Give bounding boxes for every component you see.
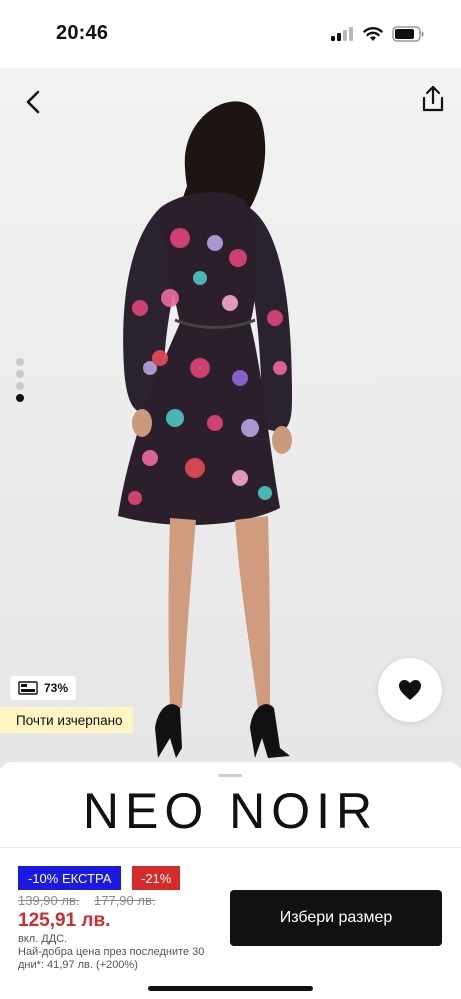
share-icon[interactable] [418, 84, 448, 114]
carousel-dot[interactable] [16, 370, 24, 378]
status-bar: 20:46 [0, 0, 461, 68]
choose-size-button[interactable]: Избери размер [230, 890, 442, 946]
image-carousel-dots[interactable] [15, 358, 25, 414]
old-price: 139,90 лв. [18, 893, 80, 908]
best-price-note: Най-добра цена през последните 30 дни*: … [18, 946, 205, 971]
status-time: 20:46 [56, 22, 109, 44]
vat-note: вкл. ДДС. [18, 933, 68, 945]
sustainability-badge[interactable]: 73% [10, 676, 77, 700]
sustainability-percent: 73% [44, 681, 69, 695]
original-price: 177,90 лв. [94, 893, 156, 908]
home-indicator[interactable] [148, 986, 313, 991]
back-arrow-icon[interactable] [20, 88, 48, 116]
sheet-drag-handle[interactable] [218, 774, 242, 777]
brand-name[interactable]: NEO NOIR [0, 782, 461, 840]
low-stock-badge: Почти изчерпано [0, 707, 133, 733]
current-price: 125,91 лв. [18, 910, 111, 931]
extra-discount-badge: -10% ЕКСТРА [18, 866, 122, 890]
heart-icon [399, 680, 421, 700]
carousel-dot-active[interactable] [16, 394, 24, 402]
carousel-dot[interactable] [16, 358, 24, 366]
divider [0, 847, 461, 848]
cellular-signal-icon [331, 27, 353, 41]
leaf-tag-icon [18, 681, 38, 695]
wifi-icon [363, 27, 383, 41]
discount-badge: -21% [132, 866, 181, 890]
carousel-dot[interactable] [16, 382, 24, 390]
wishlist-button[interactable] [378, 658, 442, 722]
battery-icon [392, 26, 424, 42]
